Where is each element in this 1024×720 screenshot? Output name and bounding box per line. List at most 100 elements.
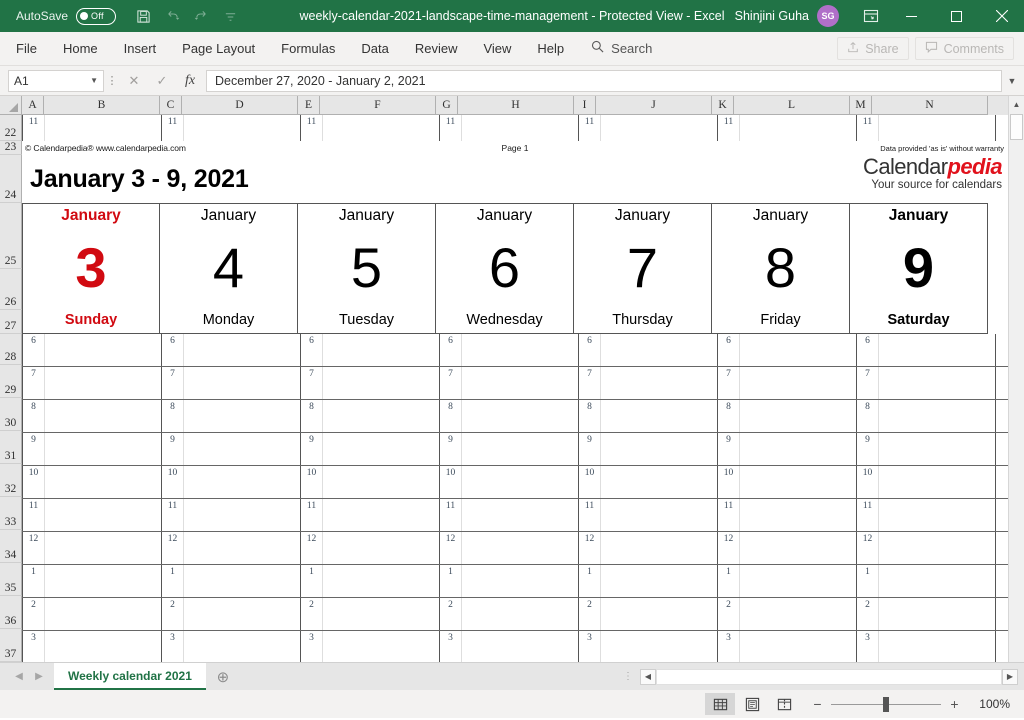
hour-label-cell[interactable]: 6 [23,334,45,366]
hour-label-cell[interactable]: 10 [579,466,601,498]
tab-file[interactable]: File [0,32,50,66]
hour-entry-cell[interactable] [184,115,300,141]
hour-label-cell[interactable]: 7 [579,367,601,399]
hour-entry-cell[interactable] [601,334,717,366]
calendar-day-column[interactable]: 10 [22,466,162,498]
calendar-day-column[interactable]: 9 [440,433,579,465]
hour-label-cell[interactable]: 11 [440,499,462,531]
column-header-d[interactable]: D [182,96,298,115]
calendar-day-column[interactable]: 9 [162,433,301,465]
tab-help[interactable]: Help [524,32,577,66]
column-header-g[interactable]: G [436,96,458,115]
calendar-day-column[interactable]: 10 [162,466,301,498]
scroll-up-icon[interactable]: ▲ [1009,96,1024,113]
calendar-day-column[interactable]: 8 [440,400,579,432]
hour-entry-cell[interactable] [45,565,161,597]
hour-label-cell[interactable]: 3 [440,631,462,662]
save-icon[interactable] [130,4,156,28]
hour-label-cell[interactable]: 11 [162,499,184,531]
row-header-33[interactable]: 33 [0,497,22,530]
day-header-wednesday[interactable]: January6Wednesday [436,203,574,334]
tab-home[interactable]: Home [50,32,111,66]
calendar-day-column[interactable]: 7 [301,367,440,399]
calendar-day-column[interactable]: 9 [579,433,718,465]
cancel-formula-icon[interactable]: ✕ [120,69,148,93]
hour-label-cell[interactable]: 1 [857,565,879,597]
hour-label-cell[interactable]: 2 [857,598,879,630]
hour-label-cell[interactable]: 9 [23,433,45,465]
hour-entry-cell[interactable] [45,466,161,498]
day-header-saturday[interactable]: January9Saturday [850,203,988,334]
hour-label-cell[interactable]: 1 [440,565,462,597]
expand-formula-bar-icon[interactable]: ▼ [1004,76,1020,86]
row-header-35[interactable]: 35 [0,563,22,596]
calendar-day-column[interactable]: 11 [857,499,996,531]
row-header-28[interactable]: 28 [0,334,22,365]
row-header-24[interactable]: 24 [0,155,22,203]
hour-label-cell[interactable]: 9 [162,433,184,465]
row-header-36[interactable]: 36 [0,596,22,629]
hour-label-cell[interactable]: 7 [301,367,323,399]
calendar-day-column[interactable]: 10 [301,466,440,498]
hour-label-cell[interactable]: 11 [718,115,740,141]
hour-entry-cell[interactable] [323,565,439,597]
hour-entry-cell[interactable] [45,433,161,465]
hour-label-cell[interactable]: 11 [440,115,462,141]
hour-label-cell[interactable]: 2 [440,598,462,630]
hour-entry-cell[interactable] [323,532,439,564]
calendar-day-column[interactable]: 1 [22,565,162,597]
day-header-monday[interactable]: January4Monday [160,203,298,334]
calendar-day-column[interactable]: 1 [301,565,440,597]
calendar-day-column[interactable]: 6 [718,334,857,366]
hour-entry-cell[interactable] [879,334,995,366]
hour-entry-cell[interactable] [601,466,717,498]
hour-entry-cell[interactable] [184,334,300,366]
hour-label-cell[interactable]: 7 [162,367,184,399]
calendar-day-column[interactable]: 11 [718,499,857,531]
hour-label-cell[interactable]: 11 [857,115,879,141]
hour-entry-cell[interactable] [462,598,578,630]
hour-entry-cell[interactable] [45,334,161,366]
hour-entry-cell[interactable] [879,367,995,399]
row-header-37[interactable]: 37 [0,629,22,662]
hour-entry-cell[interactable] [879,466,995,498]
day-header-sunday[interactable]: January3Sunday [22,203,160,334]
column-header-h[interactable]: H [458,96,574,115]
tab-review[interactable]: Review [402,32,471,66]
zoom-out-button[interactable]: − [811,696,824,712]
calendar-day-column[interactable]: 11 [440,115,579,141]
hour-entry-cell[interactable] [462,334,578,366]
hour-entry-cell[interactable] [323,499,439,531]
hour-label-cell[interactable]: 10 [23,466,45,498]
hour-label-cell[interactable]: 2 [162,598,184,630]
hour-label-cell[interactable]: 3 [718,631,740,662]
hour-label-cell[interactable]: 1 [579,565,601,597]
hour-entry-cell[interactable] [45,499,161,531]
sheet-next-icon[interactable]: ▶ [30,671,48,682]
horizontal-scroll-track[interactable] [656,669,1002,685]
customize-qat-icon[interactable] [217,4,243,28]
minimize-button[interactable] [889,0,934,32]
hour-label-cell[interactable]: 7 [440,367,462,399]
calendar-day-column[interactable]: 12 [440,532,579,564]
zoom-slider-thumb[interactable] [883,697,889,712]
comments-button[interactable]: Comments [915,37,1014,60]
calendar-day-column[interactable]: 6 [162,334,301,366]
hour-entry-cell[interactable] [462,400,578,432]
calendar-day-column[interactable]: 6 [579,334,718,366]
calendar-day-column[interactable]: 3 [162,631,301,662]
column-header-j[interactable]: J [596,96,712,115]
hour-entry-cell[interactable] [184,631,300,662]
column-header-l[interactable]: L [734,96,850,115]
hour-entry-cell[interactable] [462,433,578,465]
hour-label-cell[interactable]: 6 [857,334,879,366]
tab-insert[interactable]: Insert [111,32,170,66]
row-header-23[interactable]: 23 [0,141,22,155]
calendar-day-column[interactable]: 1 [579,565,718,597]
maximize-button[interactable] [934,0,979,32]
vertical-scrollbar[interactable]: ▲ [1008,96,1024,662]
formula-input[interactable]: December 27, 2020 - January 2, 2021 [206,70,1002,92]
calendar-day-column[interactable]: 6 [22,334,162,366]
calendar-day-column[interactable]: 11 [579,499,718,531]
hour-entry-cell[interactable] [323,433,439,465]
